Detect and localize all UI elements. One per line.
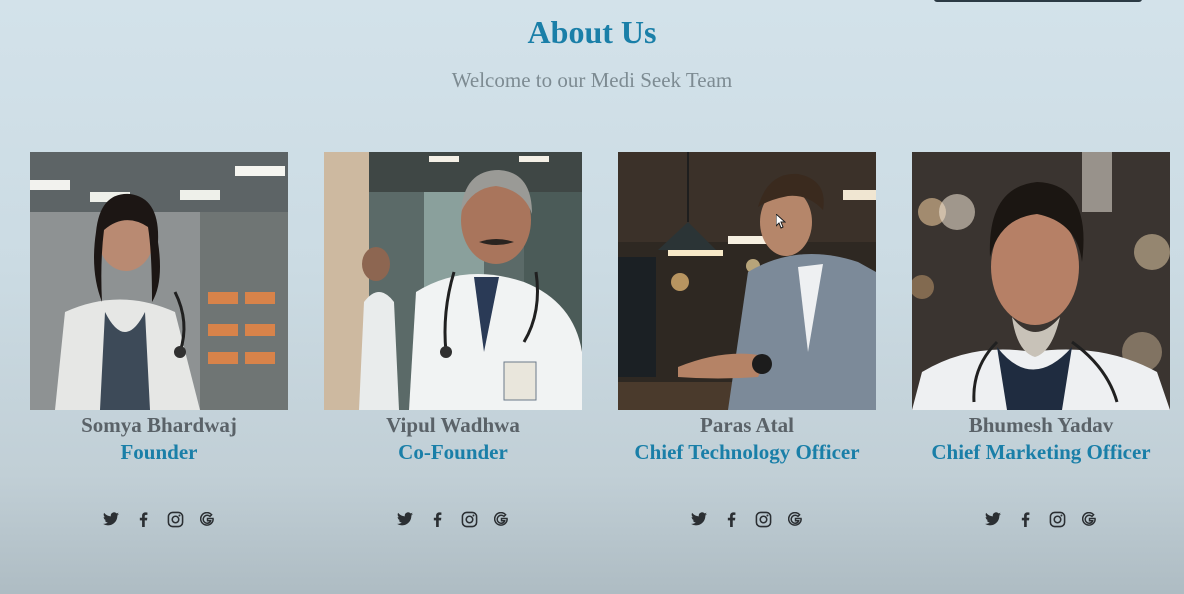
team-member-role: Co-Founder — [398, 440, 508, 464]
twitter-icon[interactable] — [102, 510, 120, 528]
page-subtitle: Welcome to our Medi Seek Team — [451, 68, 733, 92]
google-icon[interactable] — [1080, 510, 1098, 528]
instagram-icon[interactable] — [460, 510, 478, 528]
social-links — [30, 510, 288, 528]
team-card: Paras Atal Chief Technology Officer — [618, 152, 876, 527]
team-card: Somya Bhardwaj Founder — [30, 152, 288, 527]
team-member-photo — [912, 152, 1170, 410]
top-bar-edge — [934, 0, 1142, 2]
twitter-icon[interactable] — [690, 510, 708, 528]
social-links — [912, 510, 1170, 528]
team-member-name: Somya Bhardwaj — [81, 413, 237, 437]
team-member-role: Chief Technology Officer — [634, 440, 860, 464]
team-member-role: Chief Marketing Officer — [931, 440, 1151, 464]
facebook-icon[interactable] — [722, 510, 740, 528]
facebook-icon[interactable] — [428, 510, 446, 528]
team-member-name: Paras Atal — [700, 413, 794, 437]
instagram-icon[interactable] — [1048, 510, 1066, 528]
team-member-photo — [324, 152, 582, 410]
team-member-photo — [30, 152, 288, 410]
facebook-icon[interactable] — [134, 510, 152, 528]
team-card: Bhumesh Yadav Chief Marketing Officer — [912, 152, 1170, 527]
mouse-cursor-icon — [775, 212, 787, 230]
team-member-role: Founder — [120, 440, 198, 464]
team-member-photo — [618, 152, 876, 410]
instagram-icon[interactable] — [754, 510, 772, 528]
google-icon[interactable] — [492, 510, 510, 528]
facebook-icon[interactable] — [1016, 510, 1034, 528]
google-icon[interactable] — [786, 510, 804, 528]
google-icon[interactable] — [198, 510, 216, 528]
team-card: Vipul Wadhwa Co-Founder — [324, 152, 582, 527]
twitter-icon[interactable] — [984, 510, 1002, 528]
team-member-name: Vipul Wadhwa — [386, 413, 520, 437]
social-links — [618, 510, 876, 528]
page-title: About Us — [527, 14, 657, 50]
instagram-icon[interactable] — [166, 510, 184, 528]
team-member-name: Bhumesh Yadav — [968, 413, 1114, 437]
twitter-icon[interactable] — [396, 510, 414, 528]
social-links — [324, 510, 582, 528]
